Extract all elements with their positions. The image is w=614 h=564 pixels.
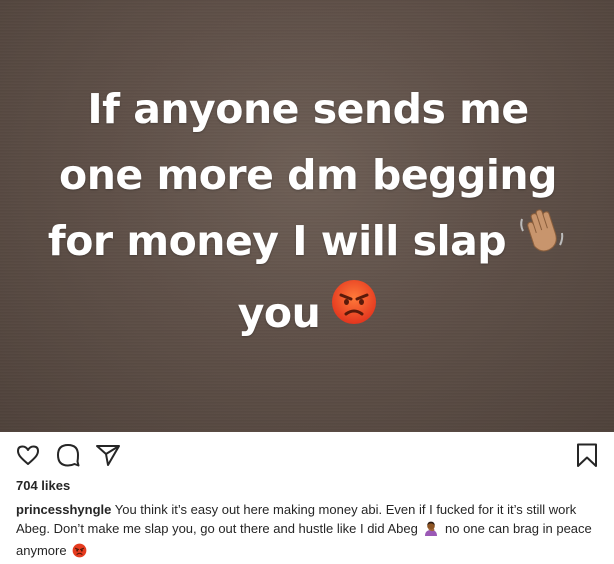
story-line-4: you — [237, 288, 321, 337]
story-line-2: one more dm begging — [59, 151, 557, 199]
heart-icon[interactable] — [15, 442, 41, 468]
angry-face-small-icon — [72, 543, 87, 563]
caption-username[interactable]: princesshyngle — [16, 502, 111, 517]
story-line-3-wrap: for money I will slap — [30, 208, 586, 280]
story-line-3: for money I will slap — [47, 217, 507, 265]
post-image[interactable]: If anyone sends me one more dm begging f… — [0, 0, 614, 432]
story-text: If anyone sends me one more dm begging f… — [30, 76, 586, 349]
instagram-post: If anyone sends me one more dm begging f… — [0, 0, 614, 564]
bookmark-icon[interactable] — [574, 442, 600, 468]
story-line-4-wrap: you — [30, 280, 586, 350]
likes-count[interactable]: 704 likes — [16, 478, 70, 493]
waving-hand-emoji-icon — [516, 205, 568, 276]
comment-bubble-icon[interactable] — [55, 442, 81, 468]
story-line-1: If anyone sends me — [87, 85, 529, 133]
action-bar — [0, 432, 614, 478]
person-facepalming-emoji-icon — [423, 520, 439, 541]
angry-face-emoji-icon — [330, 278, 378, 345]
post-caption: princesshyngle You think it’s easy out h… — [16, 500, 600, 563]
paper-plane-icon[interactable] — [95, 442, 121, 468]
